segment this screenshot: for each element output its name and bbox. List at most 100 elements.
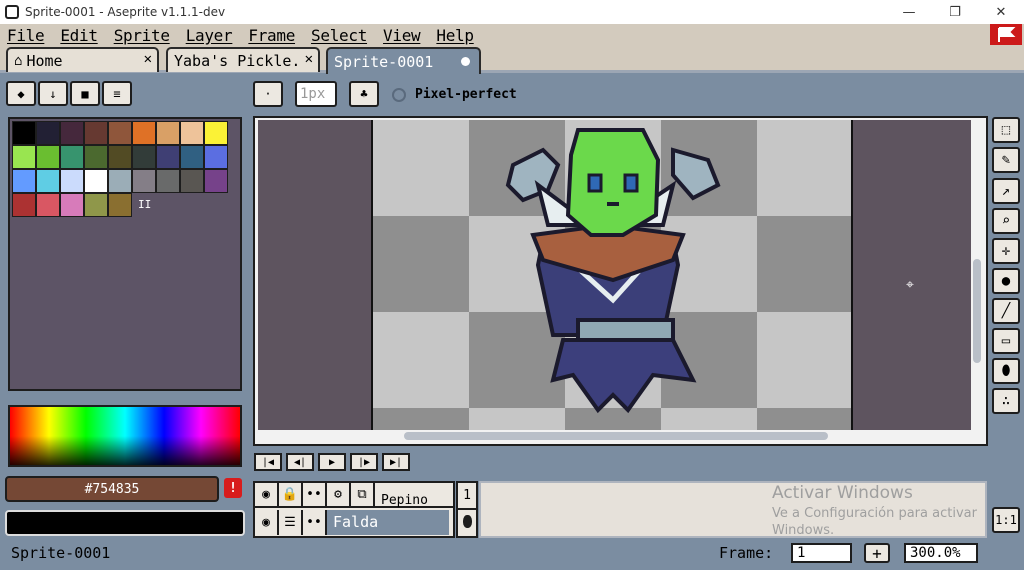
palette-swatch[interactable]: [132, 145, 156, 169]
line-icon[interactable]: ╱: [992, 298, 1020, 324]
play-icon[interactable]: ▶: [318, 453, 346, 471]
tab-home[interactable]: ⌂ Home ✕: [6, 47, 159, 72]
palette-swatch[interactable]: [156, 145, 180, 169]
palette-swatch[interactable]: [84, 193, 108, 217]
palette-swatch[interactable]: [132, 169, 156, 193]
palette-swatch[interactable]: [180, 121, 204, 145]
gear-icon[interactable]: ⚙: [327, 482, 351, 507]
palette-swatch[interactable]: [84, 145, 108, 169]
palette-swatch[interactable]: [108, 145, 132, 169]
brush-type-button[interactable]: ·: [253, 81, 283, 107]
palette-swatch[interactable]: [204, 121, 228, 145]
frame-input[interactable]: 1: [791, 543, 852, 563]
menu-layer[interactable]: Layer: [186, 26, 233, 45]
palette-swatch[interactable]: [204, 145, 228, 169]
visibility-eye-icon[interactable]: ◉: [255, 482, 279, 507]
palette-swatch[interactable]: [132, 121, 156, 145]
add-frame-button[interactable]: +: [864, 543, 890, 563]
blur-icon[interactable]: ⬮: [992, 358, 1020, 384]
palette-swatch[interactable]: [60, 121, 84, 145]
palette-swatch[interactable]: [204, 169, 228, 193]
lock-icon[interactable]: ☰: [279, 510, 303, 535]
close-window-button[interactable]: ✕: [978, 0, 1024, 24]
tab-sprite-0001[interactable]: Sprite-0001: [326, 47, 481, 74]
menu-view[interactable]: View: [383, 26, 421, 45]
spray-icon[interactable]: ∴: [992, 388, 1020, 414]
close-tab-icon[interactable]: ✕: [305, 51, 313, 67]
zoom-icon[interactable]: ⌕: [992, 208, 1020, 234]
brush-size-field[interactable]: 1px: [295, 81, 337, 107]
palette-swatch[interactable]: [108, 121, 132, 145]
pencil-icon[interactable]: ✎: [992, 147, 1020, 173]
ink-type-icon[interactable]: ♣: [349, 81, 379, 107]
vertical-scrollbar[interactable]: [973, 259, 981, 363]
sprite-editor[interactable]: ⌖: [258, 120, 971, 430]
palette-swatch[interactable]: [60, 145, 84, 169]
eraser-icon[interactable]: ◆: [6, 81, 36, 106]
minimize-button[interactable]: —: [886, 0, 932, 24]
palette-swatch[interactable]: [36, 169, 60, 193]
maximize-button[interactable]: ❐: [932, 0, 978, 24]
menu-edit[interactable]: Edit: [60, 26, 98, 45]
continuous-icon[interactable]: ••: [303, 510, 327, 535]
eyedropper-icon[interactable]: ↗: [992, 178, 1020, 204]
aseprite-app-icon: [5, 5, 19, 19]
sprite-canvas[interactable]: [371, 120, 853, 430]
background-color-button[interactable]: [5, 510, 245, 536]
folder-icon[interactable]: ■: [70, 81, 100, 106]
zoom-reset-button[interactable]: 1:1: [992, 507, 1020, 533]
last-frame-icon[interactable]: ▶|: [382, 453, 410, 471]
frame-label: Frame:: [719, 544, 774, 562]
continuous-icon[interactable]: ••: [303, 482, 327, 507]
layer-row[interactable]: ◉ 🔒 •• ⚙ ⧉ Pepino: [255, 482, 453, 508]
palette-swatch[interactable]: [84, 121, 108, 145]
menu-file[interactable]: File: [7, 26, 45, 45]
foreground-color-button[interactable]: #754835: [5, 476, 219, 502]
frame-header[interactable]: 1: [458, 483, 476, 510]
onion-skin-icon[interactable]: ⧉: [351, 482, 375, 507]
color-spectrum[interactable]: [8, 405, 242, 467]
menu-sprite[interactable]: Sprite: [114, 26, 170, 45]
first-frame-icon[interactable]: |◀: [254, 453, 282, 471]
down-arrow-icon[interactable]: ↓: [38, 81, 68, 106]
next-frame-icon[interactable]: |▶: [350, 453, 378, 471]
palette-swatch[interactable]: [12, 193, 36, 217]
palette-swatch[interactable]: [108, 193, 132, 217]
visibility-eye-icon[interactable]: ◉: [255, 510, 279, 535]
menu-help[interactable]: Help: [436, 26, 474, 45]
palette-swatch[interactable]: [84, 169, 108, 193]
palette-swatch[interactable]: [12, 121, 36, 145]
paint-bucket-icon[interactable]: ●: [992, 268, 1020, 294]
palette-swatch[interactable]: [36, 193, 60, 217]
marquee-icon[interactable]: ⬚: [992, 117, 1020, 143]
layer-row[interactable]: ◉ ☰ •• Falda: [255, 510, 453, 535]
palette-swatch[interactable]: [180, 145, 204, 169]
menu-frame[interactable]: Frame: [248, 26, 295, 45]
palette-swatch[interactable]: [60, 193, 84, 217]
menu-icon[interactable]: ≡: [102, 81, 132, 106]
cel-icon[interactable]: [462, 515, 472, 528]
palette-swatch[interactable]: [180, 169, 204, 193]
palette-swatch[interactable]: [108, 169, 132, 193]
frame-column[interactable]: 1: [456, 481, 478, 538]
warning-icon[interactable]: !: [224, 478, 242, 498]
palette-swatch[interactable]: [36, 121, 60, 145]
title-bar: Sprite-0001 - Aseprite v1.1.1-dev — ❐ ✕: [0, 0, 1024, 24]
palette-swatch[interactable]: [12, 169, 36, 193]
palette-swatch[interactable]: [60, 169, 84, 193]
pixel-perfect-checkbox[interactable]: [392, 88, 406, 102]
palette-swatch[interactable]: [156, 121, 180, 145]
zoom-input[interactable]: 300.0%: [904, 543, 978, 563]
menu-select[interactable]: Select: [311, 26, 367, 45]
move-icon[interactable]: ✛: [992, 238, 1020, 264]
notifications-flag-icon[interactable]: [990, 24, 1022, 45]
palette-swatch[interactable]: [156, 169, 180, 193]
palette-swatch[interactable]: [36, 145, 60, 169]
previous-frame-icon[interactable]: ◀|: [286, 453, 314, 471]
palette-swatch[interactable]: [12, 145, 36, 169]
rectangle-icon[interactable]: ▭: [992, 328, 1020, 354]
close-tab-icon[interactable]: ✕: [144, 51, 152, 67]
lock-icon[interactable]: 🔒: [279, 482, 303, 507]
tab-yaba-pickle[interactable]: Yaba's Pickle.jpg ✕: [166, 47, 320, 72]
horizontal-scrollbar[interactable]: [404, 432, 828, 440]
